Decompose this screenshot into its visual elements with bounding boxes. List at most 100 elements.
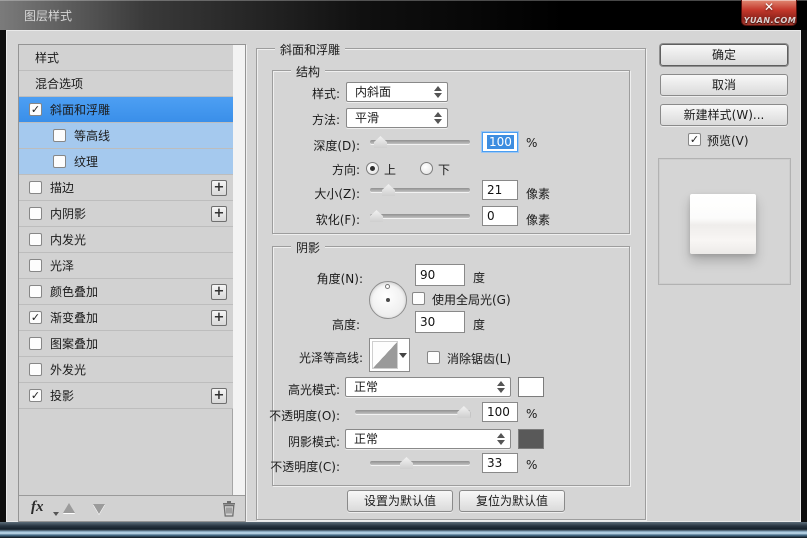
direction-up-label: 上 bbox=[384, 161, 396, 178]
add-effect-button[interactable]: + bbox=[211, 388, 227, 404]
slider-track[interactable] bbox=[370, 461, 470, 465]
sidebar-item-texture[interactable]: 纹理 bbox=[19, 149, 233, 175]
move-effect-down-icon[interactable] bbox=[93, 504, 105, 514]
angle-unit: 度 bbox=[473, 269, 485, 286]
add-effect-button[interactable]: + bbox=[211, 310, 227, 326]
effects-list-toolbar: fx bbox=[19, 495, 245, 521]
close-button[interactable]: ✕ YUAN.COM bbox=[741, 0, 797, 26]
checkbox-unchecked[interactable] bbox=[29, 337, 42, 350]
title-bar[interactable]: 图层样式 ✕ YUAN.COM bbox=[0, 0, 807, 30]
slider-thumb[interactable] bbox=[400, 457, 413, 469]
soften-label: 软化(F): bbox=[268, 211, 360, 228]
gloss-contour-picker[interactable] bbox=[369, 338, 410, 372]
soften-unit: 像素 bbox=[526, 211, 550, 228]
checkbox-unchecked[interactable] bbox=[29, 363, 42, 376]
sidebar-item-styles[interactable]: 样式 bbox=[19, 45, 233, 71]
gloss-contour-label: 光泽等高线: bbox=[255, 349, 363, 366]
angle-dial[interactable] bbox=[369, 281, 407, 319]
checkbox-checked[interactable]: ✓ bbox=[29, 103, 42, 116]
checkbox-unchecked[interactable] bbox=[29, 233, 42, 246]
checkbox-unchecked[interactable] bbox=[29, 181, 42, 194]
new-style-button[interactable]: 新建样式(W)... bbox=[660, 104, 788, 126]
soften-input[interactable] bbox=[482, 206, 518, 226]
direction-up-radio[interactable] bbox=[366, 162, 379, 175]
sidebar-item-drop-shadow[interactable]: ✓ 投影 + bbox=[19, 383, 233, 409]
sidebar-item-label: 渐变叠加 bbox=[50, 309, 98, 326]
sidebar-item-contour[interactable]: 等高线 bbox=[19, 123, 233, 149]
bevel-emboss-title: 斜面和浮雕 bbox=[275, 41, 345, 58]
slider-thumb[interactable] bbox=[457, 406, 470, 418]
highlight-color-swatch[interactable] bbox=[518, 377, 544, 397]
shadow-color-swatch[interactable] bbox=[518, 429, 544, 449]
checkbox-checked[interactable]: ✓ bbox=[29, 389, 42, 402]
sidebar-item-label: 内阴影 bbox=[50, 205, 86, 222]
checkbox-unchecked[interactable] bbox=[53, 155, 66, 168]
sidebar-item-blending-options[interactable]: 混合选项 bbox=[19, 71, 233, 97]
cancel-button[interactable]: 取消 bbox=[660, 74, 788, 96]
highlight-opacity-slider[interactable] bbox=[355, 406, 470, 418]
size-slider[interactable] bbox=[370, 184, 470, 196]
depth-input[interactable]: 100 bbox=[482, 132, 518, 152]
dialog-body: 样式 混合选项 ✓ 斜面和浮雕 等高线 纹理 bbox=[6, 30, 801, 522]
slider-track[interactable] bbox=[370, 214, 470, 218]
sidebar-item-outer-glow[interactable]: 外发光 bbox=[19, 357, 233, 383]
soften-slider[interactable] bbox=[370, 210, 470, 222]
spinner-icon bbox=[433, 86, 442, 98]
sidebar-item-satin[interactable]: 光泽 bbox=[19, 253, 233, 279]
fx-menu-button[interactable]: fx bbox=[31, 499, 44, 516]
sidebar-item-gradient-overlay[interactable]: ✓ 渐变叠加 + bbox=[19, 305, 233, 331]
technique-select[interactable]: 平滑 bbox=[346, 108, 448, 128]
delete-effect-icon[interactable] bbox=[221, 500, 237, 517]
set-default-button[interactable]: 设置为默认值 bbox=[347, 490, 453, 512]
sidebar-item-inner-shadow[interactable]: 内阴影 + bbox=[19, 201, 233, 227]
style-select[interactable]: 内斜面 bbox=[346, 82, 448, 102]
style-preview bbox=[658, 158, 791, 285]
use-global-light-checkbox[interactable] bbox=[412, 292, 425, 305]
effects-list: 样式 混合选项 ✓ 斜面和浮雕 等高线 纹理 bbox=[19, 45, 233, 409]
highlight-mode-select[interactable]: 正常 bbox=[345, 377, 511, 397]
size-input[interactable] bbox=[482, 180, 518, 200]
preview-checkbox[interactable]: ✓ bbox=[688, 133, 701, 146]
dialog-title: 图层样式 bbox=[24, 7, 72, 24]
effects-list-scrollbar[interactable] bbox=[232, 45, 245, 496]
direction-down-radio[interactable] bbox=[420, 162, 433, 175]
shadow-mode-label: 阴影模式: bbox=[250, 433, 340, 450]
checkbox-unchecked[interactable] bbox=[29, 259, 42, 272]
slider-thumb[interactable] bbox=[370, 210, 383, 222]
slider-thumb[interactable] bbox=[382, 184, 395, 196]
depth-value: 100 bbox=[487, 135, 514, 149]
move-effect-up-icon[interactable] bbox=[63, 503, 75, 513]
sidebar-item-color-overlay[interactable]: 颜色叠加 + bbox=[19, 279, 233, 305]
sidebar-item-label: 样式 bbox=[35, 49, 59, 66]
antialias-label: 消除锯齿(L) bbox=[447, 350, 511, 367]
slider-track[interactable] bbox=[355, 410, 470, 414]
depth-slider[interactable] bbox=[370, 136, 470, 148]
technique-label: 方法: bbox=[280, 111, 340, 128]
layer-style-dialog: 图层样式 ✕ YUAN.COM 样式 混合选项 ✓ 斜面和浮雕 bbox=[0, 0, 807, 538]
shadow-mode-select[interactable]: 正常 bbox=[345, 429, 511, 449]
shadow-opacity-input[interactable] bbox=[482, 453, 518, 473]
ok-button[interactable]: 确定 bbox=[660, 44, 788, 66]
sidebar-item-pattern-overlay[interactable]: 图案叠加 bbox=[19, 331, 233, 357]
sidebar-item-label: 投影 bbox=[50, 387, 74, 404]
add-effect-button[interactable]: + bbox=[211, 206, 227, 222]
checkbox-unchecked[interactable] bbox=[53, 129, 66, 142]
add-effect-button[interactable]: + bbox=[211, 180, 227, 196]
slider-thumb[interactable] bbox=[374, 136, 387, 148]
depth-label: 深度(D): bbox=[268, 137, 360, 154]
sidebar-item-label: 纹理 bbox=[74, 153, 98, 170]
antialias-checkbox[interactable] bbox=[427, 351, 440, 364]
checkbox-checked[interactable]: ✓ bbox=[29, 311, 42, 324]
add-effect-button[interactable]: + bbox=[211, 284, 227, 300]
checkbox-unchecked[interactable] bbox=[29, 207, 42, 220]
altitude-input[interactable] bbox=[415, 311, 465, 333]
checkbox-unchecked[interactable] bbox=[29, 285, 42, 298]
highlight-opacity-input[interactable] bbox=[482, 402, 518, 422]
sidebar-item-stroke[interactable]: 描边 + bbox=[19, 175, 233, 201]
sidebar-item-bevel-emboss[interactable]: ✓ 斜面和浮雕 bbox=[19, 97, 233, 123]
spinner-icon bbox=[496, 433, 505, 445]
shadow-opacity-slider[interactable] bbox=[370, 457, 470, 469]
sidebar-item-inner-glow[interactable]: 内发光 bbox=[19, 227, 233, 253]
reset-default-button[interactable]: 复位为默认值 bbox=[459, 490, 565, 512]
angle-input[interactable] bbox=[415, 264, 465, 286]
